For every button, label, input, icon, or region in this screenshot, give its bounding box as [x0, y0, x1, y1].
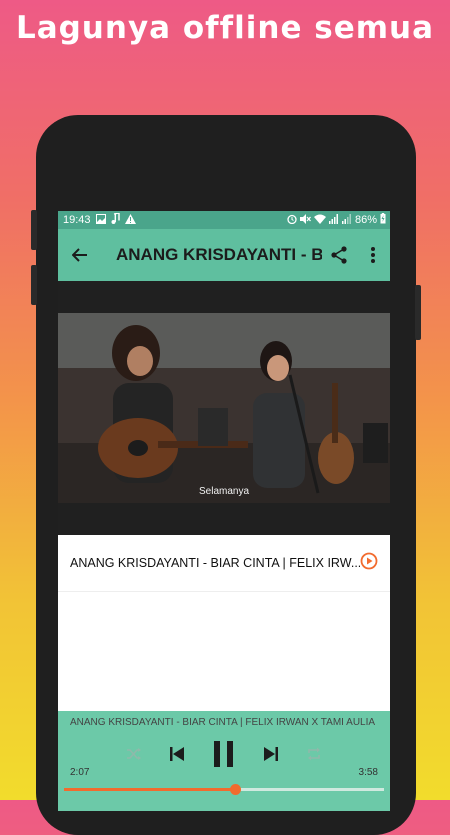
now-playing-title: ANANG KRISDAYANTI - BIAR CINTA | FELIX I…	[70, 717, 376, 728]
battery-level: 86%	[354, 214, 377, 226]
shuffle-icon	[127, 748, 141, 760]
skip-next-icon	[264, 747, 278, 761]
previous-button[interactable]	[168, 745, 186, 768]
video-player[interactable]: Selamanya	[58, 281, 390, 535]
total-duration: 3:58	[358, 767, 378, 778]
video-frame	[58, 313, 390, 503]
warning-icon	[124, 213, 136, 227]
signal-icon	[328, 213, 339, 227]
battery-charging-icon	[380, 213, 386, 227]
time-readout: 2:07 3:58	[70, 767, 378, 778]
arrow-left-icon	[72, 248, 87, 262]
play-circle-icon	[360, 552, 378, 569]
elapsed-time: 2:07	[70, 767, 90, 778]
app-screen: 19:43 86% ANANG KRISDAYANTI - B... Selam…	[58, 211, 390, 811]
repeat-button[interactable]	[306, 746, 322, 767]
promo-title: Lagunya offline semua	[15, 10, 435, 46]
status-time: 19:43	[63, 214, 91, 226]
play-circle-button[interactable]	[360, 552, 378, 575]
signal-icon-2	[341, 213, 352, 227]
next-button[interactable]	[262, 745, 280, 768]
wifi-icon	[313, 214, 326, 227]
toolbar-title: ANANG KRISDAYANTI - B...	[116, 245, 322, 264]
track-title: ANANG KRISDAYANTI - BIAR CINTA | FELIX I…	[70, 556, 360, 570]
share-button[interactable]	[322, 246, 356, 264]
track-list-item[interactable]: ANANG KRISDAYANTI - BIAR CINTA | FELIX I…	[58, 535, 390, 592]
more-options-button[interactable]	[356, 246, 390, 264]
skip-previous-icon	[170, 747, 184, 761]
video-caption: Selamanya	[198, 486, 250, 497]
back-button[interactable]	[58, 247, 102, 263]
mute-icon	[299, 213, 311, 227]
shuffle-button[interactable]	[126, 746, 142, 767]
more-vert-icon	[371, 247, 375, 263]
alarm-icon	[287, 214, 297, 227]
mini-player: ANANG KRISDAYANTI - BIAR CINTA | FELIX I…	[58, 711, 390, 811]
volume-up-button	[31, 210, 37, 250]
app-toolbar: ANANG KRISDAYANTI - B...	[58, 229, 390, 281]
seek-bar[interactable]	[64, 784, 384, 795]
pause-icon	[214, 741, 233, 767]
gallery-icon	[95, 213, 106, 227]
repeat-icon	[308, 747, 320, 761]
video-thumbnail	[58, 313, 390, 503]
seek-thumb[interactable]	[229, 784, 241, 795]
share-icon	[331, 246, 347, 264]
music-note-icon	[111, 212, 120, 227]
power-button	[415, 285, 421, 340]
volume-down-button	[31, 265, 37, 305]
seek-progress	[64, 788, 235, 791]
status-bar: 19:43 86%	[58, 211, 390, 229]
